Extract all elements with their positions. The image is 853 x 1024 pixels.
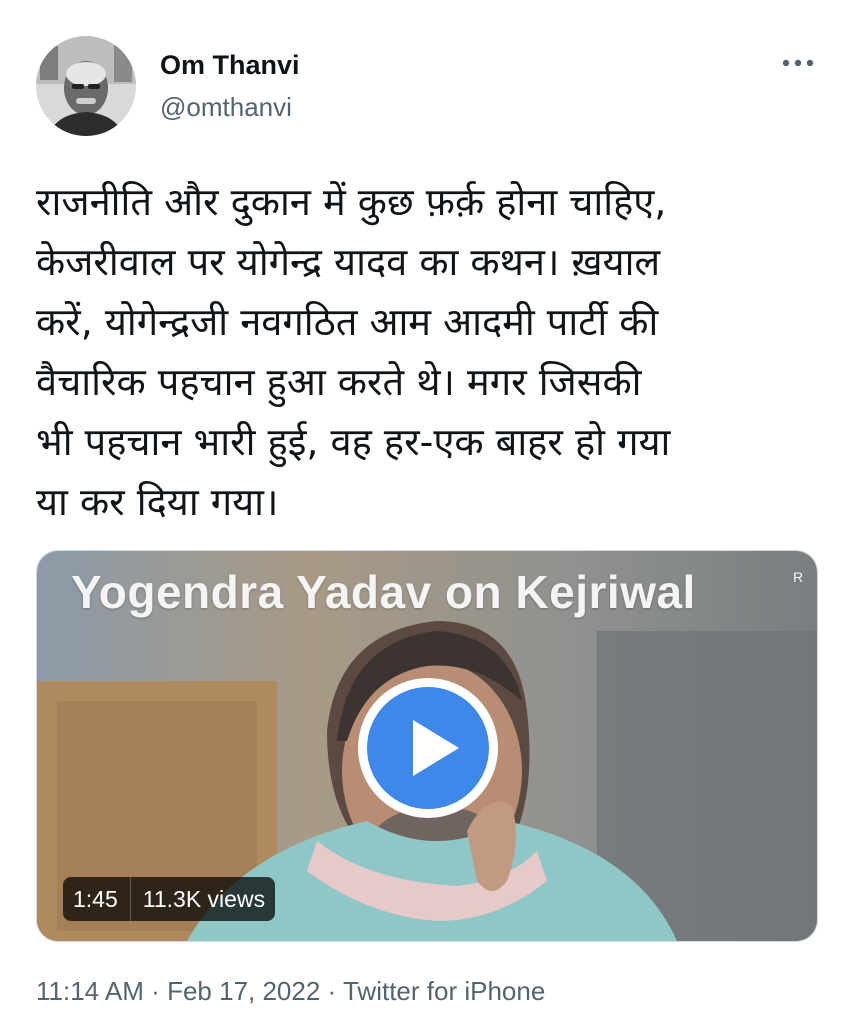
video-views: 11.3K views (142, 885, 266, 912)
play-icon (358, 678, 498, 818)
video-stats: 1:45 11.3K views (63, 877, 276, 921)
more-options-button[interactable] (778, 48, 818, 78)
video-duration: 1:45 (73, 885, 118, 912)
profile-photo-icon (36, 36, 136, 136)
meta-separator: · (327, 976, 337, 1006)
avatar[interactable] (36, 36, 136, 136)
play-button[interactable] (355, 675, 501, 821)
tweet-date[interactable]: Feb 17, 2022 (167, 976, 320, 1006)
video-player[interactable]: Yogendra Yadav on Kejriwal R 1:45 11.3K … (36, 550, 818, 942)
author-handle[interactable]: @omthanvi (160, 92, 292, 123)
tweet-header: Om Thanvi @omthanvi (36, 36, 826, 140)
video-title: Yogendra Yadav on Kejriwal (71, 566, 696, 618)
author-name[interactable]: Om Thanvi (160, 50, 300, 81)
tweet-meta: 11:14 AM · Feb 17, 2022 · Twitter for iP… (36, 976, 545, 1007)
stats-divider (129, 877, 131, 921)
tweet-time[interactable]: 11:14 AM (36, 976, 144, 1006)
meta-separator: · (151, 976, 160, 1006)
more-options-icon (782, 59, 814, 67)
tweet-source[interactable]: Twitter for iPhone (343, 976, 545, 1006)
video-title-mark: R (793, 569, 804, 585)
tweet-text: राजनीति और दुकान में कुछ फ़र्क़ होना चाह… (36, 180, 671, 524)
